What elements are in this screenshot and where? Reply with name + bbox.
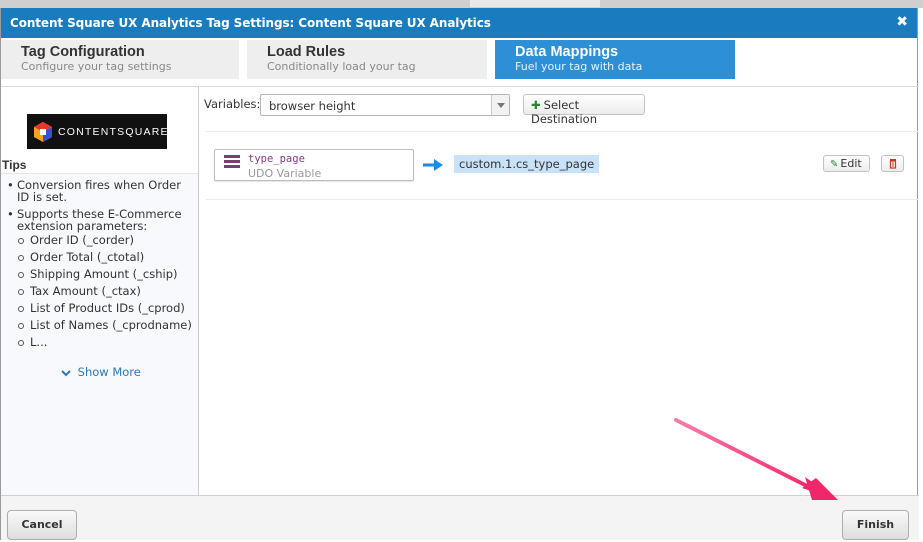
- udo-variable-card[interactable]: type_page UDO Variable: [214, 149, 414, 181]
- tab-data-mappings[interactable]: Data Mappings Fuel your tag with data: [495, 40, 735, 79]
- param-item: Tax Amount (_ctax): [17, 283, 195, 300]
- tab-label: Load Rules: [267, 44, 346, 60]
- tips-heading: Tips: [2, 158, 27, 172]
- finish-button[interactable]: Finish: [842, 510, 909, 540]
- dialog-footer: Cancel Finish: [1, 495, 919, 540]
- param-item: Order ID (_corder): [17, 232, 195, 249]
- contentsquare-logo-icon: [32, 121, 54, 143]
- dialog-titlebar: Content Square UX Analytics Tag Settings…: [1, 8, 917, 38]
- delete-button[interactable]: [881, 155, 904, 172]
- tab-bar: Tag Configuration Configure your tag set…: [1, 38, 917, 86]
- tag-settings-dialog: Content Square UX Analytics Tag Settings…: [0, 8, 919, 540]
- drag-handle-icon[interactable]: [224, 155, 240, 169]
- tip-item: Conversion fires when Order ID is set.: [7, 179, 195, 203]
- pencil-icon: ✎: [830, 159, 839, 170]
- variables-select-value: browser height: [269, 99, 356, 113]
- tab-label: Data Mappings: [515, 44, 619, 60]
- edit-button[interactable]: ✎ Edit: [823, 155, 870, 172]
- arrow-right-icon: [422, 158, 444, 172]
- variables-select[interactable]: browser height: [260, 94, 510, 116]
- show-more-label: Show More: [77, 365, 141, 379]
- dropdown-arrow-icon[interactable]: [491, 95, 509, 115]
- select-destination-button[interactable]: ✚ Select Destination: [523, 94, 645, 126]
- variable-type: UDO Variable: [248, 167, 322, 180]
- trash-icon: [882, 159, 903, 174]
- tips-list: Conversion fires when Order ID is set. S…: [7, 179, 195, 351]
- variables-label: Variables:: [204, 97, 261, 111]
- destination-value: custom.1.cs_type_page: [454, 155, 600, 173]
- tab-load-rules[interactable]: Load Rules Conditionally load your tag: [247, 40, 487, 79]
- show-more-link[interactable]: Show More: [61, 365, 141, 379]
- param-item: Order Total (_ctotal): [17, 249, 195, 266]
- plus-icon: ✚: [531, 98, 541, 112]
- tab-subtitle: Configure your tag settings: [21, 60, 172, 73]
- tab-subtitle: Conditionally load your tag: [267, 60, 416, 73]
- variable-name: type_page: [248, 153, 305, 165]
- tip-item: Supports these E-Commerce extension para…: [7, 208, 195, 232]
- param-item: List of Names (_cprodname): [17, 317, 195, 334]
- logo-text: CONTENTSQUARE: [58, 125, 169, 138]
- cancel-button[interactable]: Cancel: [7, 510, 77, 540]
- param-item: List of Product IDs (_cprod): [17, 300, 195, 317]
- chevron-down-icon: [61, 365, 78, 379]
- tab-label: Tag Configuration: [21, 44, 145, 60]
- background-top-strip: [0, 0, 923, 8]
- edit-label: Edit: [840, 157, 862, 170]
- dialog-title: Content Square UX Analytics Tag Settings…: [10, 16, 491, 30]
- param-item: L...: [17, 334, 195, 351]
- contentsquare-logo: CONTENTSQUARE: [27, 114, 169, 149]
- tab-subtitle: Fuel your tag with data: [515, 60, 643, 73]
- close-icon[interactable]: ✖: [896, 14, 908, 30]
- tab-tag-configuration[interactable]: Tag Configuration Configure your tag set…: [1, 40, 239, 79]
- tips-sidebar: CONTENTSQUARE Tips Conversion fires when…: [1, 86, 199, 495]
- param-item: Shipping Amount (_cship): [17, 266, 195, 283]
- data-mappings-panel: Variables: browser height ✚ Select Destin…: [200, 86, 919, 495]
- mapping-row: type_page UDO Variable custom.1.cs_type_…: [206, 132, 919, 200]
